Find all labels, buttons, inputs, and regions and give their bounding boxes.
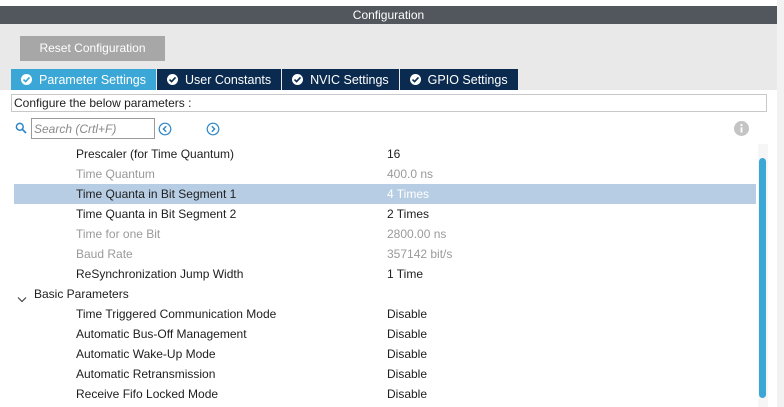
param-row-baud-rate: Baud Rate 357142 bit/s xyxy=(14,244,756,264)
param-name: Automatic Wake-Up Mode xyxy=(76,347,216,361)
param-row-auto-wake-up[interactable]: Automatic Wake-Up Mode Disable xyxy=(14,344,756,364)
tab-label: NVIC Settings xyxy=(310,72,389,87)
param-name: Receive Fifo Locked Mode xyxy=(76,387,219,401)
search-icon xyxy=(15,122,27,137)
tab-parameter-settings[interactable]: Parameter Settings xyxy=(11,69,156,90)
param-name: Prescaler (for Time Quantum) xyxy=(76,147,235,161)
param-row-prescaler[interactable]: Prescaler (for Time Quantum) 16 xyxy=(14,144,756,164)
param-row-resync-jump-width[interactable]: ReSynchronization Jump Width 1 Time xyxy=(14,264,756,284)
tab-bar: Parameter Settings User Constants NVIC S… xyxy=(11,69,519,90)
tab-user-constants[interactable]: User Constants xyxy=(157,69,282,90)
tab-nvic-settings[interactable]: NVIC Settings xyxy=(282,69,399,90)
vertical-scrollbar[interactable] xyxy=(758,144,768,407)
param-name: Time for one Bit xyxy=(76,227,161,241)
window-right-edge xyxy=(777,0,784,407)
param-row-bit-segment-2[interactable]: Time Quanta in Bit Segment 2 2 Times xyxy=(14,204,756,224)
param-value[interactable]: 1 Time xyxy=(387,264,423,284)
param-value: 357142 bit/s xyxy=(387,247,453,261)
param-value[interactable]: Disable xyxy=(387,324,427,344)
param-row-time-triggered-mode[interactable]: Time Triggered Communication Mode Disabl… xyxy=(14,304,756,324)
check-circle-icon xyxy=(167,74,178,85)
check-circle-icon xyxy=(409,74,421,85)
param-name: Time Triggered Communication Mode xyxy=(76,307,277,321)
param-value[interactable]: 2 Times xyxy=(387,204,429,224)
param-name: Time Quanta in Bit Segment 1 xyxy=(76,187,237,201)
search-row xyxy=(14,118,774,140)
search-previous-icon[interactable] xyxy=(158,122,172,136)
search-next-icon[interactable] xyxy=(206,122,220,136)
param-value: 400.0 ns xyxy=(387,167,434,181)
param-row-time-quantum: Time Quantum 400.0 ns xyxy=(14,164,756,184)
check-circle-icon xyxy=(21,74,32,85)
param-name: Automatic Retransmission xyxy=(76,367,216,381)
param-value[interactable]: Disable xyxy=(387,344,427,364)
param-value[interactable]: Disable xyxy=(387,364,427,384)
param-name: Baud Rate xyxy=(76,247,133,261)
param-value: 2800.00 ns xyxy=(387,227,447,241)
check-circle-icon xyxy=(292,74,304,85)
tab-gpio-settings[interactable]: GPIO Settings xyxy=(399,69,518,90)
param-name: Automatic Bus-Off Management xyxy=(76,327,247,341)
param-value[interactable]: 4 Times xyxy=(387,184,429,204)
param-name: Time Quantum xyxy=(76,167,155,181)
tab-label: User Constants xyxy=(185,72,272,87)
param-row-bit-segment-1[interactable]: Time Quanta in Bit Segment 1 4 Times xyxy=(14,184,756,204)
param-name: ReSynchronization Jump Width xyxy=(76,267,244,281)
param-row-receive-fifo-locked[interactable]: Receive Fifo Locked Mode Disable xyxy=(14,384,756,404)
param-value[interactable]: 16 xyxy=(387,144,400,164)
param-name: Time Quanta in Bit Segment 2 xyxy=(76,207,237,221)
tab-label: GPIO Settings xyxy=(427,72,508,87)
param-row-time-for-one-bit: Time for one Bit 2800.00 ns xyxy=(14,224,756,244)
parameter-list: Prescaler (for Time Quantum) 16 Time Qua… xyxy=(14,144,756,404)
window-title: Configuration xyxy=(0,6,777,24)
param-value[interactable]: Disable xyxy=(387,384,427,404)
param-value[interactable]: Disable xyxy=(387,304,427,324)
info-icon[interactable] xyxy=(734,121,749,139)
search-input[interactable] xyxy=(31,118,155,139)
scrollbar-thumb[interactable] xyxy=(759,158,766,398)
category-basic-parameters[interactable]: Basic Parameters xyxy=(14,284,756,304)
param-row-auto-retransmission[interactable]: Automatic Retransmission Disable xyxy=(14,364,756,384)
param-row-auto-bus-off[interactable]: Automatic Bus-Off Management Disable xyxy=(14,324,756,344)
reset-configuration-button[interactable]: Reset Configuration xyxy=(20,36,165,61)
tab-label: Parameter Settings xyxy=(39,72,146,87)
category-label: Basic Parameters xyxy=(34,287,129,301)
configure-instruction: Configure the below parameters : xyxy=(11,94,767,112)
